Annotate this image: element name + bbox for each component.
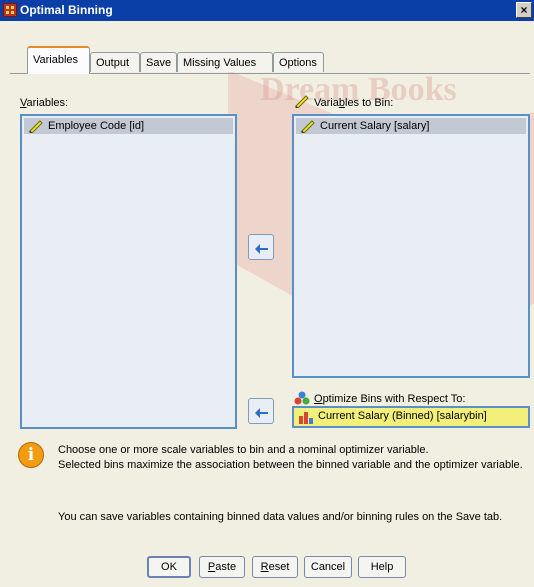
- nominal-bars-icon: [299, 412, 313, 424]
- tab-output[interactable]: Output: [90, 52, 140, 72]
- ok-button[interactable]: OK: [147, 556, 191, 578]
- reset-button[interactable]: Reset: [252, 556, 298, 578]
- move-to-bin-button[interactable]: [248, 234, 274, 260]
- scale-ruler-icon: [301, 120, 315, 133]
- scale-ruler-icon: [295, 95, 309, 108]
- window-title: Optimal Binning: [20, 3, 113, 17]
- help-button[interactable]: Help: [358, 556, 406, 578]
- scale-ruler-icon: [29, 120, 43, 133]
- variables-to-bin-listbox[interactable]: Current Salary [salary]: [292, 114, 530, 378]
- arrow-left-icon: [255, 406, 268, 418]
- tab-save[interactable]: Save: [140, 52, 177, 72]
- info-text-save: You can save variables containing binned…: [58, 511, 503, 523]
- close-button[interactable]: ×: [516, 2, 532, 18]
- tab-options[interactable]: Options: [273, 52, 324, 72]
- info-icon: i: [18, 442, 44, 468]
- paste-button[interactable]: Paste: [199, 556, 245, 578]
- arrow-left-icon: [255, 242, 268, 254]
- info-text: Choose one or more scale variables to bi…: [58, 444, 523, 471]
- app-grid-icon: [3, 3, 17, 17]
- cancel-button[interactable]: Cancel: [304, 556, 352, 578]
- list-item[interactable]: Current Salary [salary]: [296, 118, 526, 134]
- optimal-binning-dialog: Dream Books Optimal Binning × Variables …: [0, 0, 534, 587]
- tab-variables[interactable]: Variables: [27, 46, 90, 74]
- variables-to-bin-label: Variables to Bin:: [314, 97, 394, 109]
- move-to-optimize-button[interactable]: [248, 398, 274, 424]
- variables-listbox[interactable]: Employee Code [id]: [20, 114, 237, 429]
- nominal-circles-icon: [294, 391, 310, 405]
- optimize-label: Optimize Bins with Respect To:: [314, 393, 466, 405]
- variables-label: Variables:: [20, 97, 69, 109]
- optimize-target-value: Current Salary (Binned) [salarybin]: [318, 410, 487, 422]
- tab-missing-values[interactable]: Missing Values: [177, 52, 273, 72]
- title-bar: Optimal Binning ×: [0, 0, 534, 21]
- list-item[interactable]: Employee Code [id]: [24, 118, 233, 134]
- optimize-target-field[interactable]: Current Salary (Binned) [salarybin]: [292, 406, 530, 428]
